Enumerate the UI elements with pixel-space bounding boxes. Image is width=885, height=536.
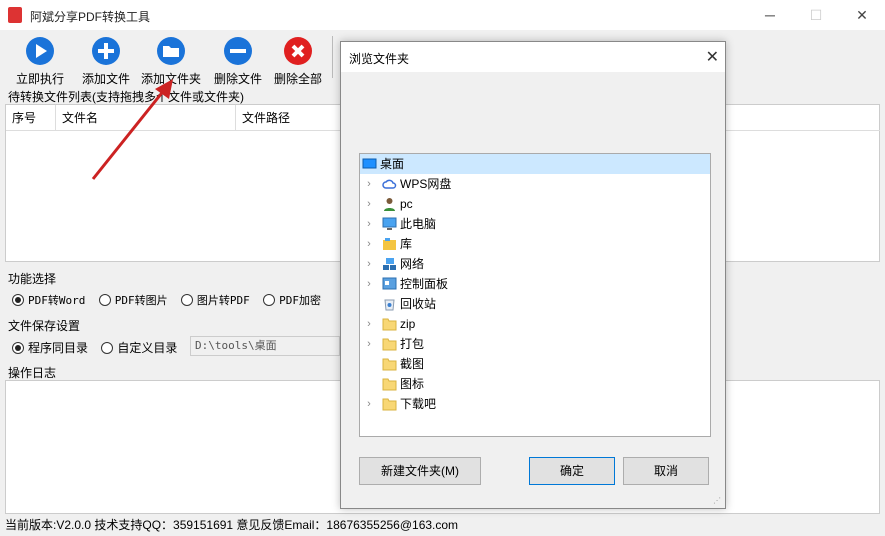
expand-chevron-icon[interactable]: › bbox=[364, 334, 374, 354]
radio-image-to-pdf[interactable]: 图片转PDF bbox=[180, 293, 250, 307]
window-title: 阿斌分享PDF转换工具 bbox=[30, 10, 151, 24]
recycle-bin-icon bbox=[384, 299, 395, 311]
expand-chevron-icon[interactable]: › bbox=[364, 314, 374, 334]
dialog-title: 浏览文件夹 bbox=[349, 52, 410, 66]
run-button[interactable]: 立即执行 bbox=[8, 34, 72, 86]
annotation-arrow-icon bbox=[91, 79, 173, 180]
expand-chevron-icon[interactable]: › bbox=[364, 234, 374, 254]
expand-chevron-icon[interactable]: › bbox=[364, 254, 374, 274]
expand-chevron-icon[interactable]: › bbox=[364, 194, 374, 214]
network-icon bbox=[383, 258, 396, 270]
save-settings-label: 文件保存设置 bbox=[8, 319, 81, 333]
column-header-index[interactable]: 序号 bbox=[6, 105, 56, 131]
maximize-button[interactable]: ☐ bbox=[806, 6, 826, 24]
folder-icon bbox=[157, 37, 185, 65]
title-bar: 阿斌分享PDF转换工具 ─ ☐ ✕ bbox=[0, 0, 885, 30]
folder-icon bbox=[382, 358, 397, 371]
app-pdf-icon bbox=[8, 7, 22, 23]
user-icon bbox=[384, 198, 395, 211]
cloud-icon bbox=[382, 179, 397, 189]
folder-tree[interactable]: 桌面 › WPS网盘 › pc › 此电脑 › 库 › 网络 › 控制面板 回收… bbox=[359, 153, 711, 437]
library-icon bbox=[383, 238, 396, 250]
close-button[interactable]: ✕ bbox=[852, 6, 872, 24]
folder-icon bbox=[382, 398, 397, 411]
x-circle-icon bbox=[284, 37, 312, 65]
radio-pdf-to-image[interactable]: PDF转图片 bbox=[98, 293, 168, 307]
run-label: 立即执行 bbox=[15, 72, 64, 86]
cancel-button[interactable]: 取消 bbox=[623, 457, 709, 485]
function-label: 功能选择 bbox=[8, 272, 57, 286]
radio-custom-dir[interactable]: 自定义目录 bbox=[101, 341, 177, 355]
tree-node-desktop[interactable]: 桌面 bbox=[360, 154, 710, 174]
radio-pdf-to-word[interactable]: PDF转Word bbox=[12, 293, 85, 307]
delete-file-label: 删除文件 bbox=[213, 72, 262, 86]
radio-program-dir[interactable]: 程序同目录 bbox=[12, 341, 88, 355]
toolbar-separator bbox=[332, 36, 333, 78]
resize-grip-icon[interactable]: ⋰ bbox=[713, 496, 723, 506]
expand-chevron-icon[interactable]: › bbox=[364, 394, 374, 414]
browse-folder-dialog: 浏览文件夹 ✕ 桌面 › WPS网盘 › pc › 此电脑 › 库 › 网络 ›… bbox=[340, 41, 726, 509]
delete-all-label: 删除全部 bbox=[273, 72, 322, 86]
function-options: PDF转Word PDF转图片 图片转PDF PDF加密 bbox=[12, 292, 321, 308]
plus-icon bbox=[92, 37, 120, 65]
desktop-icon bbox=[362, 158, 377, 169]
expand-chevron-icon[interactable]: › bbox=[364, 214, 374, 234]
save-options: 程序同目录 自定义目录 bbox=[12, 339, 177, 356]
computer-icon bbox=[382, 217, 397, 230]
ok-button[interactable]: 确定 bbox=[529, 457, 615, 485]
save-path-field[interactable]: D:\tools\桌面 bbox=[190, 336, 340, 356]
folder-icon bbox=[382, 318, 397, 331]
expand-chevron-icon[interactable]: › bbox=[364, 274, 374, 294]
dialog-close-button[interactable]: ✕ bbox=[706, 47, 719, 67]
status-bar: 当前版本:V2.0.0 技术支持QQ：359151691 意见反馈Email：1… bbox=[5, 518, 459, 532]
radio-pdf-encrypt[interactable]: PDF加密 bbox=[263, 293, 321, 307]
dialog-title-bar: 浏览文件夹 ✕ bbox=[341, 42, 725, 72]
delete-file-button[interactable]: 删除文件 bbox=[206, 34, 270, 86]
play-icon bbox=[26, 37, 54, 65]
control-panel-icon bbox=[382, 277, 397, 290]
expand-chevron-icon[interactable]: › bbox=[364, 174, 374, 194]
folder-icon bbox=[382, 338, 397, 351]
minimize-button[interactable]: ─ bbox=[760, 6, 780, 24]
new-folder-button[interactable]: 新建文件夹(M) bbox=[359, 457, 481, 485]
log-label: 操作日志 bbox=[8, 366, 57, 380]
minus-icon bbox=[224, 37, 252, 65]
delete-all-button[interactable]: 删除全部 bbox=[266, 34, 330, 86]
folder-icon bbox=[382, 378, 397, 391]
